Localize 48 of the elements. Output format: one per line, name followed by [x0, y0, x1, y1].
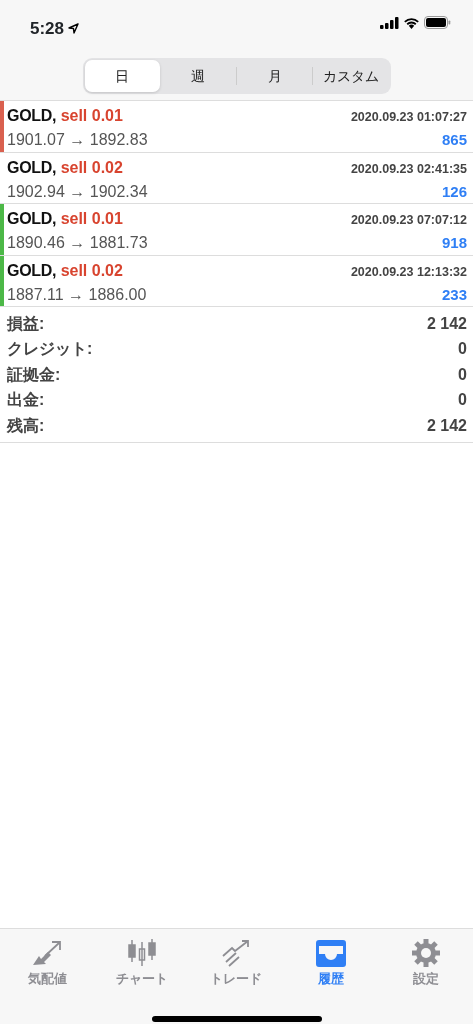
price-range: 1902.94 → 1902.34 — [7, 181, 148, 202]
summary-label: 損益: — [7, 313, 45, 334]
segment-tab[interactable]: 週 — [160, 60, 236, 92]
tab-bar-item[interactable]: 履歴 — [283, 937, 379, 990]
inbox-tray-icon — [315, 938, 348, 968]
price-range: 1887.11 → 1886.00 — [7, 284, 147, 305]
summary-value: 2 142 — [426, 313, 467, 334]
segment-tab[interactable]: カスタム — [313, 60, 389, 92]
profit-value: 126 — [441, 181, 467, 202]
summary-value: 0 — [458, 364, 467, 385]
candlestick-icon — [125, 938, 158, 968]
order-label: sell 0.01 — [60, 107, 123, 124]
symbol-label: GOLD, — [7, 107, 57, 124]
settings-icon — [409, 938, 442, 968]
trade-time: 2020.09.23 01:07:27 — [350, 109, 467, 126]
symbol-label: GOLD, — [7, 261, 57, 279]
summary-label: 残高: — [7, 415, 45, 436]
tab-bar-item[interactable]: 設定 — [378, 937, 473, 990]
diagonal-arrows-icon — [31, 938, 64, 968]
tab-bar-item[interactable]: 気配値 — [0, 937, 95, 990]
symbol-label: GOLD, — [7, 210, 57, 227]
profit-value: 918 — [441, 233, 467, 253]
tab-bar-item[interactable]: トレード — [189, 937, 284, 990]
price-range: 1901.07 → 1892.83 — [7, 130, 148, 150]
price-range: 1890.46 → 1881.73 — [7, 233, 148, 253]
order-label: sell 0.02 — [60, 158, 123, 176]
location-arrow-icon — [68, 23, 80, 35]
summary-label: クレジット: — [7, 339, 93, 360]
profit-value: 233 — [441, 284, 467, 305]
trade-time: 2020.09.23 07:07:12 — [350, 212, 467, 229]
summary-label: 出金: — [7, 390, 45, 411]
wifi-icon — [403, 16, 420, 29]
summary-label: 証拠金: — [7, 364, 61, 385]
summary-value: 0 — [458, 339, 467, 360]
tab-bar-item[interactable]: チャート — [94, 937, 190, 990]
symbol-label: GOLD, — [7, 158, 57, 176]
order-label: sell 0.01 — [60, 210, 123, 227]
summary-value: 2 142 — [426, 415, 467, 436]
order-label: sell 0.02 — [60, 261, 123, 279]
trade-time: 2020.09.23 02:41:35 — [350, 160, 467, 178]
battery-icon — [424, 16, 451, 29]
signal-icon — [380, 16, 399, 29]
trade-time: 2020.09.23 12:13:32 — [350, 263, 467, 281]
segment-tab[interactable]: 日 — [84, 60, 160, 92]
clock-time: 5:28 — [30, 18, 65, 40]
segment-tab[interactable]: 月 — [237, 60, 313, 92]
summary-value: 0 — [458, 390, 467, 411]
profit-value: 865 — [441, 130, 467, 150]
